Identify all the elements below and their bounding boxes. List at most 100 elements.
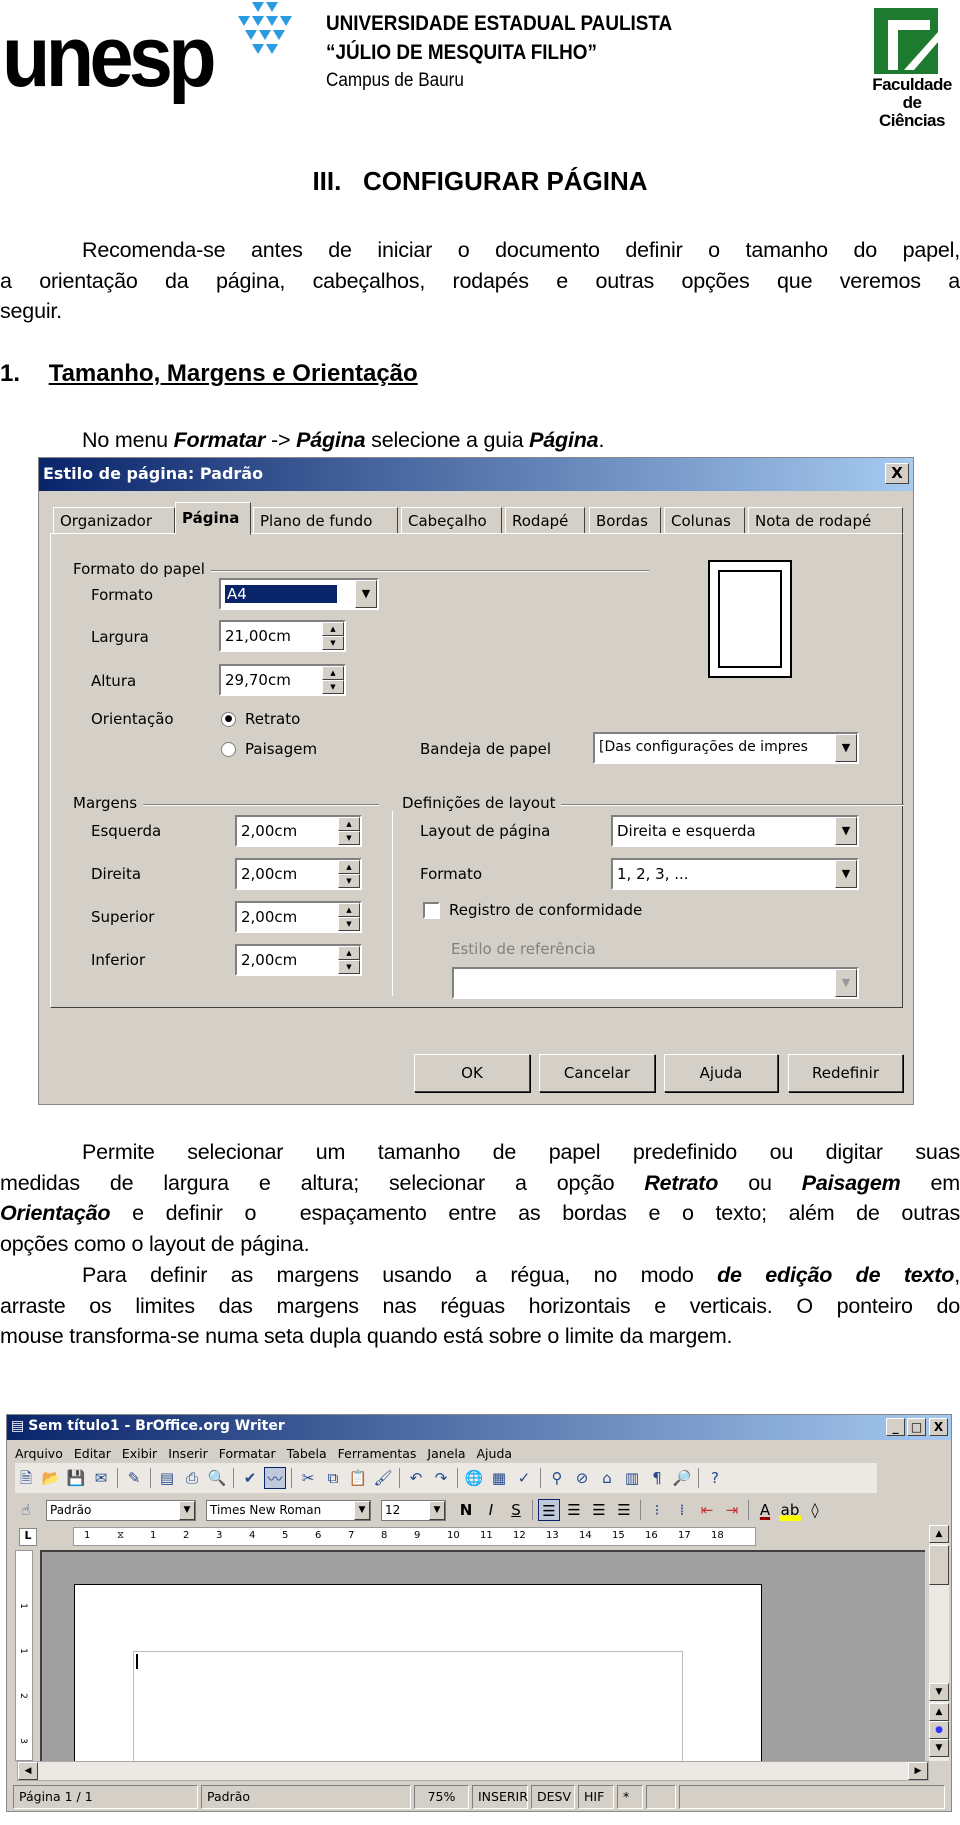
chevron-down-icon[interactable]: ▼ <box>835 860 857 888</box>
font-size-select[interactable]: 12 ▼ <box>381 1499 446 1521</box>
menu-formatar[interactable]: Formatar <box>219 1446 276 1461</box>
zoom-icon[interactable]: 🔎 <box>671 1467 693 1489</box>
page-preview-icon[interactable]: 🔍 <box>206 1467 228 1489</box>
menu-arquivo[interactable]: Arquivo <box>15 1446 63 1461</box>
spin-buttons[interactable]: ▲ ▼ <box>338 946 360 974</box>
numbering-icon[interactable]: ⁝ <box>646 1499 668 1521</box>
navigator-icon[interactable]: ⊘ <box>571 1467 593 1489</box>
font-color-icon[interactable]: A <box>754 1499 776 1521</box>
font-name-select[interactable]: Times New Roman ▼ <box>206 1499 371 1521</box>
paragraph-style-select[interactable]: Padrão ▼ <box>46 1499 196 1521</box>
tab-colunas[interactable]: Colunas <box>664 507 745 534</box>
spin-buttons[interactable]: ▲ ▼ <box>322 666 344 694</box>
scroll-down-icon[interactable]: ▼ <box>929 1683 949 1701</box>
save-icon[interactable]: 💾 <box>65 1467 87 1489</box>
paste-icon[interactable]: 📋 <box>347 1467 369 1489</box>
styles-icon[interactable]: ☝ <box>15 1499 37 1521</box>
status-insert-mode[interactable]: INSERIR <box>472 1785 528 1809</box>
margin-bottom-stepper[interactable]: 2,00cm ▲ ▼ <box>235 944 362 976</box>
portrait-radio[interactable]: ● <box>221 712 236 727</box>
show-draw-functions-icon[interactable]: ✓ <box>513 1467 535 1489</box>
ok-button[interactable]: OK <box>414 1054 530 1092</box>
menu-tabela[interactable]: Tabela <box>287 1446 327 1461</box>
scroll-left-icon[interactable]: ◀ <box>18 1762 38 1780</box>
copy-icon[interactable]: ⧉ <box>322 1467 344 1489</box>
export-pdf-icon[interactable]: ▤ <box>156 1467 178 1489</box>
chevron-down-icon[interactable]: ▼ <box>179 1500 195 1520</box>
menu-janela[interactable]: Janela <box>427 1446 465 1461</box>
status-style[interactable]: Padrão <box>201 1785 411 1809</box>
tab-stop-selector[interactable]: L <box>19 1528 37 1546</box>
chevron-down-icon[interactable]: ▼ <box>835 817 857 845</box>
find-replace-icon[interactable]: ⚲ <box>546 1467 568 1489</box>
tab-pagina[interactable]: Página <box>175 502 251 535</box>
menu-editar[interactable]: Editar <box>74 1446 111 1461</box>
spin-buttons[interactable]: ▲ ▼ <box>322 622 344 650</box>
margin-right-stepper[interactable]: 2,00cm ▲ ▼ <box>235 858 362 890</box>
vertical-ruler[interactable]: 1 1 2 3 <box>15 1550 33 1761</box>
tab-plano-de-fundo[interactable]: Plano de fundo <box>253 507 398 534</box>
chevron-down-icon[interactable]: ▼ <box>429 1500 445 1520</box>
tray-select[interactable]: [Das configurações de impres ▼ <box>593 732 859 764</box>
tab-bordas[interactable]: Bordas <box>589 507 661 534</box>
table-icon[interactable]: ▦ <box>488 1467 510 1489</box>
gallery-icon[interactable]: ⌂ <box>596 1467 618 1489</box>
status-selection-mode[interactable]: DESV <box>531 1785 575 1809</box>
open-icon[interactable]: 📂 <box>40 1467 62 1489</box>
highlight-icon[interactable]: ab <box>779 1499 801 1521</box>
edit-file-icon[interactable]: ✎ <box>123 1467 145 1489</box>
next-page-icon[interactable]: ▼ <box>929 1739 949 1757</box>
new-icon[interactable]: 🗎 <box>15 1467 37 1489</box>
chevron-down-icon[interactable]: ▼ <box>355 580 377 608</box>
status-zoom[interactable]: 75% <box>414 1785 469 1809</box>
cancel-button[interactable]: Cancelar <box>539 1054 655 1092</box>
close-button[interactable]: X <box>885 463 909 484</box>
help-button[interactable]: Ajuda <box>664 1054 778 1092</box>
cut-icon[interactable]: ✂ <box>297 1467 319 1489</box>
status-hyperlink-mode[interactable]: HIF <box>578 1785 614 1809</box>
autospellcheck-icon[interactable]: 〰 <box>264 1467 286 1489</box>
numbering-format-select[interactable]: 1, 2, 3, ... ▼ <box>611 858 859 890</box>
previous-page-icon[interactable]: ▲ <box>929 1703 949 1721</box>
text-area[interactable] <box>133 1651 683 1761</box>
decrease-indent-icon[interactable]: ⇤ <box>696 1499 718 1521</box>
italic-button[interactable]: I <box>480 1499 502 1521</box>
portrait-label[interactable]: Retrato <box>245 710 300 728</box>
justify-icon[interactable]: ☰ <box>613 1499 635 1521</box>
scroll-thumb[interactable] <box>929 1545 949 1585</box>
horizontal-ruler[interactable]: 1 ⧖ 1 2 3 4 5 6 7 8 9 10 11 12 13 14 15 16 17 18 <box>73 1527 756 1546</box>
spin-buttons[interactable]: ▲ ▼ <box>338 860 360 888</box>
width-stepper[interactable]: 21,00cm ▲ ▼ <box>219 620 346 652</box>
tab-cabecalho[interactable]: Cabeçalho <box>401 507 502 534</box>
menu-inserir[interactable]: Inserir <box>168 1446 208 1461</box>
redo-icon[interactable]: ↷ <box>430 1467 452 1489</box>
print-icon[interactable]: ⎙ <box>181 1467 203 1489</box>
landscape-radio[interactable] <box>221 742 236 757</box>
chevron-down-icon[interactable]: ▼ <box>354 1500 370 1520</box>
reset-button[interactable]: Redefinir <box>788 1054 903 1092</box>
background-color-icon[interactable]: ◊ <box>804 1499 826 1521</box>
horizontal-scrollbar[interactable]: ◀ ▶ <box>17 1761 929 1781</box>
tab-rodape[interactable]: Rodapé <box>505 507 585 534</box>
bold-button[interactable]: N <box>455 1499 477 1521</box>
align-right-icon[interactable]: ☰ <box>588 1499 610 1521</box>
document-area[interactable] <box>40 1550 925 1761</box>
increase-indent-icon[interactable]: ⇥ <box>721 1499 743 1521</box>
document-page[interactable] <box>74 1584 762 1761</box>
height-stepper[interactable]: 29,70cm ▲ ▼ <box>219 664 346 696</box>
page-layout-select[interactable]: Direita e esquerda ▼ <box>611 815 859 847</box>
bullets-icon[interactable]: ⁞ <box>671 1499 693 1521</box>
underline-button[interactable]: S <box>505 1499 527 1521</box>
data-sources-icon[interactable]: ▥ <box>621 1467 643 1489</box>
margin-left-stepper[interactable]: 2,00cm ▲ ▼ <box>235 815 362 847</box>
margin-top-stepper[interactable]: 2,00cm ▲ ▼ <box>235 901 362 933</box>
align-left-icon[interactable]: ☰ <box>538 1499 560 1521</box>
menu-exibir[interactable]: Exibir <box>122 1446 157 1461</box>
maximize-button[interactable]: □ <box>907 1418 926 1436</box>
navigation-icon[interactable]: ● <box>929 1721 949 1739</box>
spin-buttons[interactable]: ▲ ▼ <box>338 817 360 845</box>
menu-ferramentas[interactable]: Ferramentas <box>338 1446 417 1461</box>
spellcheck-icon[interactable]: ✔ <box>239 1467 261 1489</box>
help-icon[interactable]: ? <box>704 1467 726 1489</box>
register-checkbox[interactable] <box>423 902 440 919</box>
